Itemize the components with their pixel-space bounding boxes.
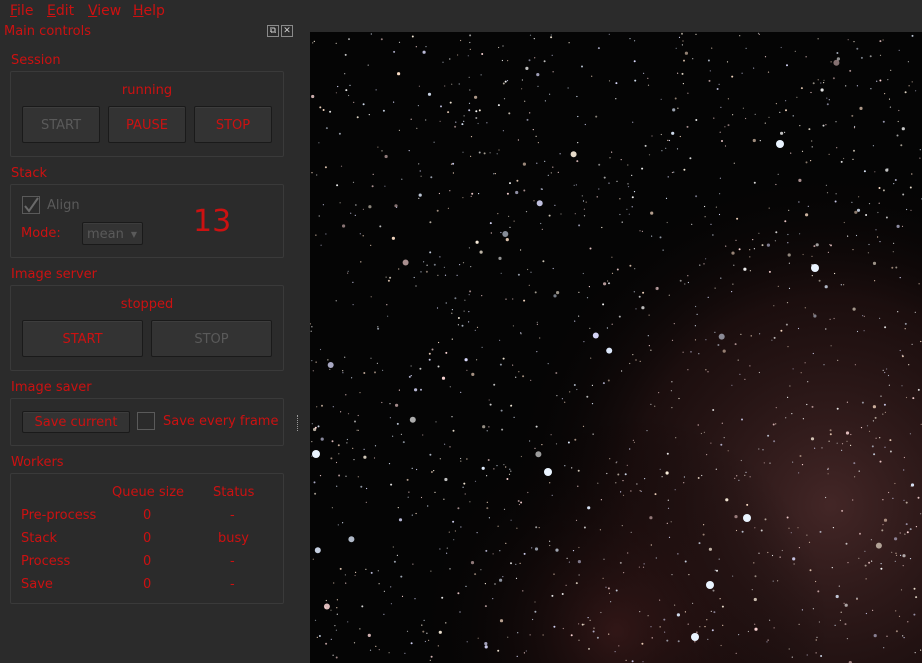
worker-status: -: [230, 508, 235, 523]
save-every-frame-label: Save every frame: [163, 414, 279, 429]
session-stop-button[interactable]: STOP: [194, 106, 272, 143]
workers-header-status: Status: [213, 485, 255, 500]
worker-name: Process: [21, 554, 71, 569]
workers-group-label: Workers: [11, 455, 64, 470]
image-saver-group-label: Image saver: [11, 380, 92, 395]
worker-status: -: [230, 577, 235, 592]
dock-splitter-handle[interactable]: [297, 415, 300, 431]
star-field-image: [310, 32, 922, 663]
menu-view-label: iew: [97, 3, 122, 19]
session-status: running: [121, 83, 173, 98]
worker-name: Pre-process: [21, 508, 97, 523]
session-pause-button[interactable]: PAUSE: [108, 106, 186, 143]
menu-view-mnemonic: V: [88, 3, 98, 19]
menu-file[interactable]: File: [10, 3, 33, 19]
dock-title: Main controls: [4, 24, 92, 39]
worker-queue: 0: [143, 531, 152, 546]
worker-name: Stack: [21, 531, 57, 546]
align-label: Align: [47, 198, 80, 213]
image-server-start-button[interactable]: START: [22, 320, 143, 357]
mode-select-value: mean: [87, 227, 124, 242]
float-icon[interactable]: ⧉: [267, 25, 279, 37]
workers-header-queue: Queue size: [112, 485, 185, 500]
worker-status: busy: [218, 531, 249, 546]
menu-edit-label: dit: [55, 3, 75, 19]
session-group-label: Session: [11, 53, 61, 68]
menu-edit-mnemonic: E: [47, 3, 56, 19]
stack-frame: [10, 184, 284, 258]
worker-queue: 0: [143, 554, 152, 569]
worker-queue: 0: [143, 508, 152, 523]
menu-file-mnemonic: F: [10, 3, 18, 19]
image-server-stop-button[interactable]: STOP: [151, 320, 272, 357]
align-checkbox[interactable]: [22, 196, 40, 214]
mode-label: Mode:: [21, 226, 61, 241]
worker-queue: 0: [143, 577, 152, 592]
stack-group-label: Stack: [11, 166, 47, 181]
menu-view[interactable]: View: [88, 3, 121, 19]
mode-select[interactable]: mean ▼: [82, 222, 143, 245]
save-current-button[interactable]: Save current: [22, 411, 130, 433]
image-view: [310, 32, 922, 663]
menu-help-label: elp: [143, 3, 165, 19]
stack-count: 13: [193, 204, 232, 239]
image-server-status: stopped: [120, 297, 174, 312]
session-start-button[interactable]: START: [22, 106, 100, 143]
menu-help-mnemonic: H: [133, 3, 144, 19]
save-every-frame-checkbox[interactable]: [137, 412, 155, 430]
worker-name: Save: [21, 577, 53, 592]
menu-bar: File Edit View Help: [0, 0, 922, 22]
chevron-down-icon: ▼: [130, 230, 137, 239]
close-icon[interactable]: ✕: [281, 25, 293, 37]
image-server-group-label: Image server: [11, 267, 97, 282]
menu-edit[interactable]: Edit: [47, 3, 74, 19]
worker-status: -: [230, 554, 235, 569]
checkmark-icon: [24, 197, 39, 213]
menu-help[interactable]: Help: [133, 3, 165, 19]
menu-file-label: ile: [17, 3, 34, 19]
